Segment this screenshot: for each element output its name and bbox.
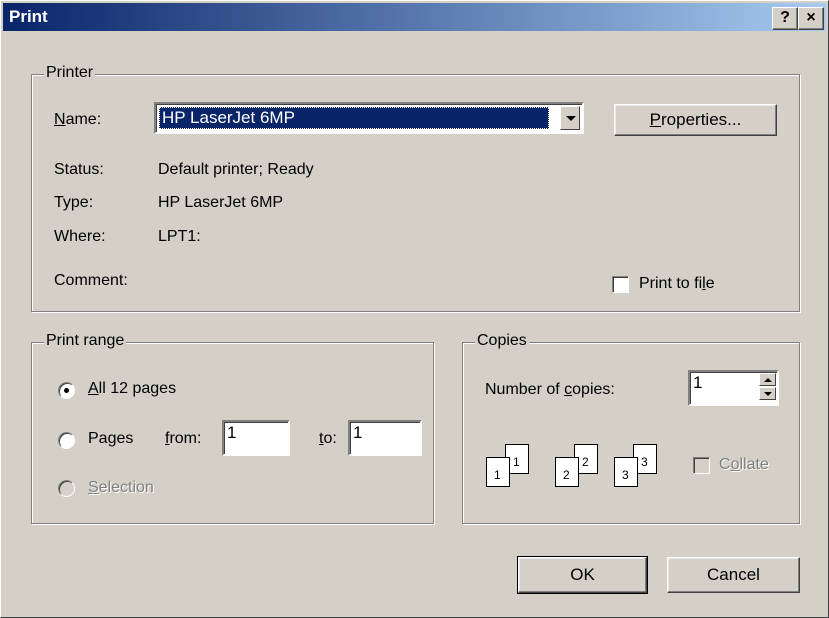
- collate-checkbox[interactable]: [693, 457, 710, 474]
- from-input[interactable]: 1: [222, 420, 290, 456]
- close-button[interactable]: ×: [798, 7, 824, 30]
- help-button[interactable]: ?: [772, 7, 798, 30]
- print-to-file-checkbox[interactable]: [612, 276, 629, 293]
- print-to-file-label[interactable]: Print to file: [639, 275, 715, 293]
- type-value: HP LaserJet 6MP: [158, 194, 284, 211]
- close-icon: ×: [806, 9, 816, 26]
- printer-name-label: Name:: [54, 111, 102, 128]
- printer-group-label: Printer: [44, 64, 96, 82]
- status-value: Default printer; Ready: [158, 161, 314, 178]
- comment-label: Comment:: [54, 272, 128, 289]
- copies-group-label: Copies: [475, 332, 529, 350]
- print-dialog: Print ? × Printer Name: HP LaserJet 6MP …: [0, 0, 829, 618]
- selection-radio[interactable]: [58, 480, 75, 497]
- spin-up-icon[interactable]: [759, 373, 776, 386]
- help-icon: ?: [780, 9, 790, 26]
- cancel-button[interactable]: Cancel: [667, 557, 800, 593]
- copies-stepper[interactable]: 1: [688, 370, 779, 406]
- collate-label[interactable]: Collate: [719, 456, 769, 474]
- title-bar[interactable]: Print ? ×: [3, 3, 826, 31]
- to-input[interactable]: 1: [348, 420, 422, 456]
- pages-label[interactable]: Pages: [88, 430, 133, 448]
- where-label: Where:: [54, 228, 106, 245]
- chevron-down-icon[interactable]: [560, 106, 580, 130]
- all-pages-label[interactable]: All 12 pages: [88, 380, 176, 398]
- collate-page-front: 1: [486, 457, 510, 487]
- status-label: Status:: [54, 161, 104, 178]
- pages-radio[interactable]: [58, 432, 75, 449]
- where-value: LPT1:: [158, 228, 201, 245]
- copies-value: 1: [693, 373, 703, 392]
- collate-page-front: 3: [614, 457, 638, 487]
- properties-button[interactable]: Properties...: [614, 104, 777, 136]
- collate-page-front: 2: [555, 457, 579, 487]
- from-value: 1: [227, 423, 237, 442]
- type-label: Type:: [54, 194, 94, 211]
- all-pages-radio[interactable]: [58, 382, 75, 399]
- selection-label[interactable]: Selection: [88, 479, 154, 497]
- spin-down-icon[interactable]: [759, 387, 776, 400]
- to-value: 1: [353, 423, 363, 442]
- window-title: Print: [9, 7, 48, 26]
- number-of-copies-label: Number of copies:: [485, 381, 615, 398]
- printer-name-combobox[interactable]: HP LaserJet 6MP: [154, 102, 584, 134]
- printer-name-selected: HP LaserJet 6MP: [159, 107, 549, 129]
- print-range-group-label: Print range: [44, 332, 127, 350]
- to-label: to:: [319, 430, 337, 447]
- ok-button[interactable]: OK: [517, 556, 648, 594]
- from-label: from:: [165, 430, 202, 447]
